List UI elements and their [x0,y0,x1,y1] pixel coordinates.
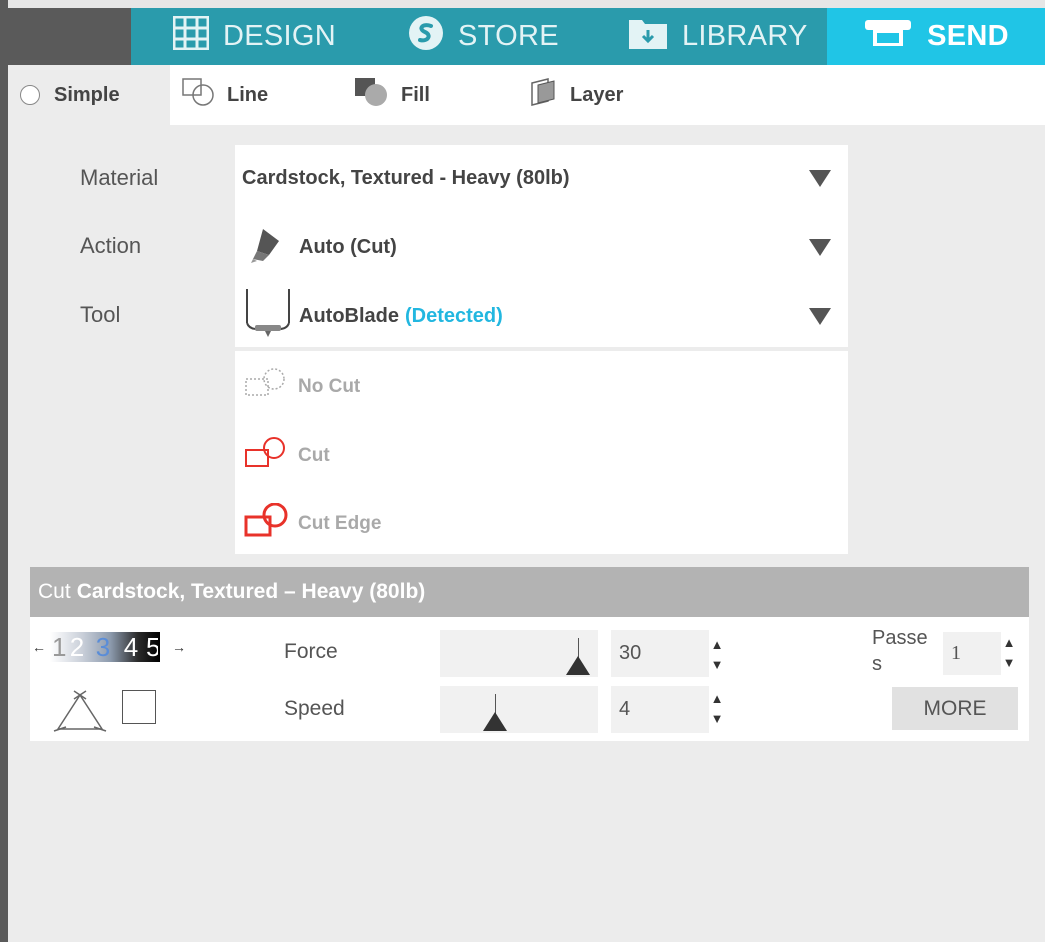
tab-store-label: STORE [458,20,559,52]
seq-num-1: 1 [52,632,67,662]
force-stepper[interactable]: ▲ ▼ [710,635,724,675]
tab-simple-label: Simple [54,83,120,106]
passes-label-line1: Passe [872,627,928,649]
marker-icon [249,225,285,269]
force-label: Force [284,640,338,663]
tab-library-label: LIBRARY [682,20,808,52]
top-navigation: DESIGN STORE LIBRARY SEND [8,8,1045,65]
force-slider-thumb[interactable] [566,656,590,675]
seq-num-2: 2 [69,632,85,662]
force-up-icon[interactable]: ▲ [710,635,724,655]
list-item-cut[interactable]: Cut [235,423,848,489]
seq-left-arrow-icon[interactable]: ← [32,639,46,655]
list-item-cut-edge[interactable]: Cut Edge [235,491,848,557]
cut-header-prefix: Cut [38,580,71,603]
tab-send[interactable]: SEND [827,8,1045,65]
action-dropdown[interactable]: Auto (Cut) [235,214,848,280]
tab-store[interactable]: STORE [408,8,559,65]
tab-send-label: SEND [927,20,1009,52]
force-input[interactable]: 30 [611,630,709,677]
blade-sequence-selector[interactable]: 1 2 3 4 5 [50,632,160,662]
speed-input[interactable]: 4 [611,686,709,733]
cut-edge-icon [244,502,292,545]
speed-up-icon[interactable]: ▲ [710,689,724,709]
tool-dropdown-arrow-icon[interactable] [809,307,831,325]
seq-num-4: 4 [123,632,139,662]
store-icon [408,15,444,59]
material-dropdown[interactable]: Cardstock, Textured - Heavy (80lb) [235,145,848,211]
action-value: Auto (Cut) [299,235,397,258]
seq-num-5: 5 [146,632,158,662]
cut-label: Cut [298,445,330,466]
tab-layer-label: Layer [570,83,624,106]
fill-icon [353,76,391,114]
tab-layer[interactable]: Layer [526,65,623,125]
autoblade-icon [245,287,291,345]
seq-num-3: 3 [95,632,111,662]
speed-slider-thumb[interactable] [483,712,507,731]
tab-simple[interactable]: Simple [20,65,120,125]
force-slider[interactable] [440,630,598,677]
action-label: Action [80,233,142,258]
tab-fill-label: Fill [401,83,430,106]
tab-design-label: DESIGN [223,20,336,52]
material-value: Cardstock, Textured - Heavy (80lb) [242,166,570,189]
seq-right-arrow-icon[interactable]: → [172,639,186,655]
tab-line[interactable]: Line [181,65,268,125]
blade-triangle-icon[interactable] [52,689,108,740]
speed-label: Speed [284,697,345,720]
list-item-no-cut[interactable]: No Cut [235,354,848,420]
nav-left-spacer [8,8,131,65]
no-cut-icon [244,367,292,407]
line-icon [181,77,217,113]
passes-input[interactable]: 1 [943,632,1001,675]
material-dropdown-arrow-icon[interactable] [809,169,831,187]
action-dropdown-arrow-icon[interactable] [809,238,831,256]
passes-down-icon[interactable]: ▼ [1002,653,1016,673]
window-top-edge [0,0,1045,8]
material-label: Material [80,165,159,190]
tab-design[interactable]: DESIGN [172,8,336,65]
speed-stepper[interactable]: ▲ ▼ [710,689,724,729]
cut-params-panel: ← 1 2 3 4 5 → Force 30 ▲ ▼ Speed 4 ▲ ▼ P… [30,617,1029,741]
cut-style-list: No Cut Cut Cut Edge [235,351,848,554]
no-cut-label: No Cut [298,376,361,397]
tool-label: Tool [80,302,121,327]
passes-stepper[interactable]: ▲ ▼ [1002,633,1016,673]
passes-up-icon[interactable]: ▲ [1002,633,1016,653]
passes-label-line2: s [872,653,882,675]
speed-down-icon[interactable]: ▼ [710,709,724,729]
send-machine-icon [863,18,913,56]
cut-edge-label: Cut Edge [298,513,382,534]
more-button[interactable]: MORE [892,687,1018,730]
simple-radio[interactable] [20,85,40,105]
grid-icon [172,15,210,58]
square-toggle-checkbox[interactable] [122,690,156,724]
layer-icon [526,77,558,113]
cut-icon [244,436,292,476]
window-left-edge [0,0,8,942]
cut-settings-header: Cut Cardstock, Textured – Heavy (80lb) [30,567,1029,617]
cut-header-material: Cardstock, Textured – Heavy (80lb) [76,580,426,603]
force-down-icon[interactable]: ▼ [710,655,724,675]
tool-value: AutoBlade [299,304,399,327]
cut-mode-tabs: Simple Line Fill Layer [8,65,1045,125]
tool-detected-status: (Detected) [405,304,503,327]
tab-fill[interactable]: Fill [353,65,430,125]
speed-slider[interactable] [440,686,598,733]
tool-dropdown[interactable]: AutoBlade (Detected) [235,283,848,349]
tab-library[interactable]: LIBRARY [628,8,808,65]
library-folder-icon [628,16,668,58]
tab-line-label: Line [227,83,269,106]
cut-settings-panel: Cardstock, Textured - Heavy (80lb) Auto … [235,145,848,347]
